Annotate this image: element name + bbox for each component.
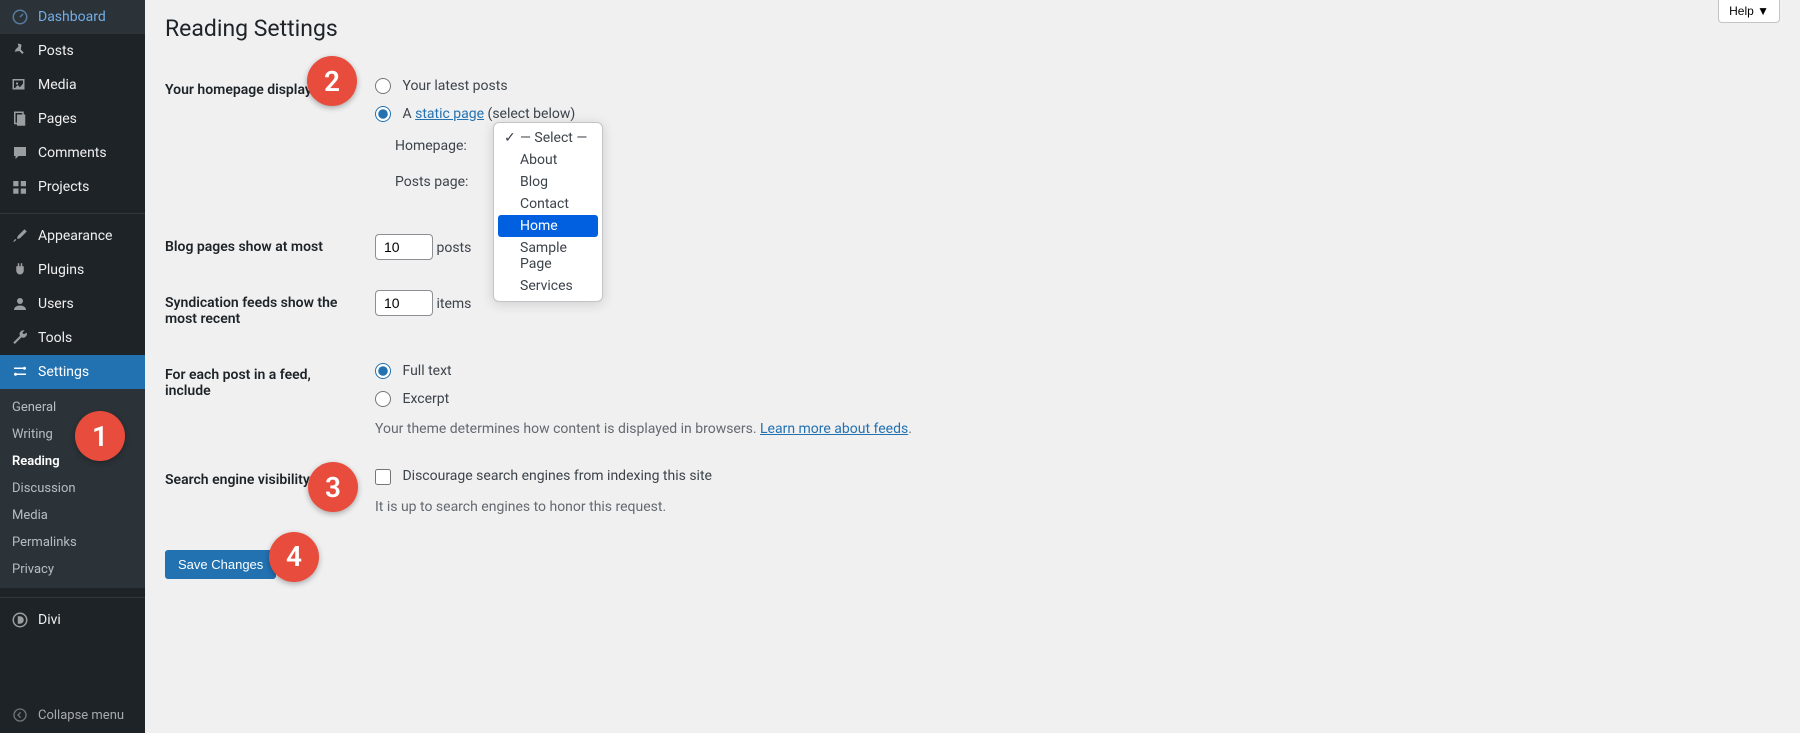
sidebar-item-posts[interactable]: Posts bbox=[0, 34, 145, 68]
dashboard-icon bbox=[10, 7, 30, 27]
dropdown-option-services[interactable]: Services bbox=[498, 275, 598, 297]
sidebar-item-projects[interactable]: Projects bbox=[0, 170, 145, 204]
user-icon bbox=[10, 294, 30, 314]
full-text-radio[interactable] bbox=[375, 363, 391, 379]
syndication-input[interactable] bbox=[375, 290, 433, 316]
annotation-3: 3 bbox=[308, 462, 358, 512]
blog-pages-input[interactable] bbox=[375, 234, 433, 260]
dropdown-option-contact[interactable]: Contact bbox=[498, 193, 598, 215]
submenu-permalinks[interactable]: Permalinks bbox=[0, 529, 145, 556]
homepage-select-label: Homepage: bbox=[395, 138, 485, 154]
media-icon bbox=[10, 75, 30, 95]
learn-feeds-link[interactable]: Learn more about feeds bbox=[760, 421, 908, 437]
submenu-media[interactable]: Media bbox=[0, 502, 145, 529]
brush-icon bbox=[10, 226, 30, 246]
sidebar-item-label: Media bbox=[38, 77, 77, 93]
sidebar-item-comments[interactable]: Comments bbox=[0, 136, 145, 170]
sidebar-item-label: Dashboard bbox=[38, 9, 106, 25]
latest-posts-radio[interactable] bbox=[375, 78, 391, 94]
excerpt-radio[interactable] bbox=[375, 391, 391, 407]
settings-icon bbox=[10, 362, 30, 382]
static-page-link[interactable]: static page bbox=[415, 106, 484, 122]
latest-posts-option[interactable]: Your latest posts bbox=[375, 77, 508, 97]
sidebar-item-appearance[interactable]: Appearance bbox=[0, 219, 145, 253]
dropdown-option-about[interactable]: About bbox=[498, 149, 598, 171]
full-text-option[interactable]: Full text bbox=[375, 362, 452, 382]
plug-icon bbox=[10, 260, 30, 280]
sidebar-item-media[interactable]: Media bbox=[0, 68, 145, 102]
sidebar-item-label: Settings bbox=[38, 364, 89, 380]
sidebar-item-plugins[interactable]: Plugins bbox=[0, 253, 145, 287]
honor-note: It is up to search engines to honor this… bbox=[375, 499, 1770, 515]
sidebar-item-tools[interactable]: Tools bbox=[0, 321, 145, 355]
annotation-2: 2 bbox=[307, 56, 357, 106]
page-title: Reading Settings bbox=[165, 10, 1780, 42]
collapse-menu-button[interactable]: Collapse menu bbox=[0, 697, 145, 733]
excerpt-option[interactable]: Excerpt bbox=[375, 390, 449, 410]
sidebar-item-users[interactable]: Users bbox=[0, 287, 145, 321]
dropdown-option-home[interactable]: Home bbox=[498, 215, 598, 237]
dropdown-option-select[interactable]: — Select — bbox=[498, 127, 598, 149]
sidebar-item-dashboard[interactable]: Dashboard bbox=[0, 0, 145, 34]
homepage-dropdown-list: — Select — About Blog Contact Home Sampl… bbox=[493, 122, 603, 302]
sidebar-item-label: Pages bbox=[38, 111, 77, 127]
visibility-label: Search engine visibility bbox=[165, 472, 310, 488]
projects-icon bbox=[10, 177, 30, 197]
pages-icon bbox=[10, 109, 30, 129]
discourage-option[interactable]: Discourage search engines from indexing … bbox=[375, 467, 712, 487]
collapse-label: Collapse menu bbox=[38, 708, 124, 723]
sidebar-item-label: Comments bbox=[38, 145, 107, 161]
collapse-icon bbox=[10, 705, 30, 725]
posts-page-select-label: Posts page: bbox=[395, 174, 485, 190]
sidebar-item-label: Divi bbox=[38, 612, 61, 628]
feed-include-label: For each post in a feed, include bbox=[165, 347, 365, 452]
save-button[interactable]: Save Changes bbox=[165, 550, 276, 579]
submenu-privacy[interactable]: Privacy bbox=[0, 556, 145, 583]
blog-pages-suffix: posts bbox=[436, 240, 471, 256]
sidebar-separator bbox=[0, 593, 145, 598]
blog-pages-label: Blog pages show at most bbox=[165, 219, 365, 275]
annotation-4: 4 bbox=[269, 532, 319, 582]
wrench-icon bbox=[10, 328, 30, 348]
static-page-radio[interactable] bbox=[375, 106, 391, 122]
syndication-suffix: items bbox=[436, 296, 471, 312]
sidebar-separator bbox=[0, 209, 145, 214]
sidebar-item-pages[interactable]: Pages bbox=[0, 102, 145, 136]
discourage-checkbox[interactable] bbox=[375, 469, 391, 485]
sidebar-item-label: Tools bbox=[38, 330, 72, 346]
sidebar-item-label: Posts bbox=[38, 43, 74, 59]
submenu-reading[interactable]: Reading bbox=[0, 448, 145, 475]
help-button[interactable]: Help ▼ bbox=[1718, 0, 1780, 23]
sidebar-item-label: Projects bbox=[38, 179, 89, 195]
sidebar-item-label: Users bbox=[38, 296, 74, 312]
annotation-1: 1 bbox=[75, 411, 125, 461]
submenu-discussion[interactable]: Discussion bbox=[0, 475, 145, 502]
settings-form: Your homepage displays 2 Your latest pos… bbox=[165, 62, 1780, 530]
submenu-general[interactable]: General bbox=[0, 394, 145, 421]
settings-submenu: General Writing Reading Discussion Media… bbox=[0, 389, 145, 588]
theme-description: Your theme determines how content is dis… bbox=[375, 421, 1770, 437]
comment-icon bbox=[10, 143, 30, 163]
sidebar-item-settings[interactable]: Settings bbox=[0, 355, 145, 389]
admin-sidebar: Dashboard Posts Media Pages Comments Pro… bbox=[0, 0, 145, 733]
dropdown-option-blog[interactable]: Blog bbox=[498, 171, 598, 193]
sidebar-item-label: Appearance bbox=[38, 228, 112, 244]
sidebar-item-divi[interactable]: Divi bbox=[0, 603, 145, 637]
sidebar-item-label: Plugins bbox=[38, 262, 84, 278]
main-content: Help ▼ Reading Settings Your homepage di… bbox=[145, 0, 1800, 619]
pin-icon bbox=[10, 41, 30, 61]
syndication-label: Syndication feeds show the most recent bbox=[165, 275, 365, 347]
dropdown-option-sample[interactable]: Sample Page bbox=[498, 237, 598, 275]
divi-icon bbox=[10, 610, 30, 630]
